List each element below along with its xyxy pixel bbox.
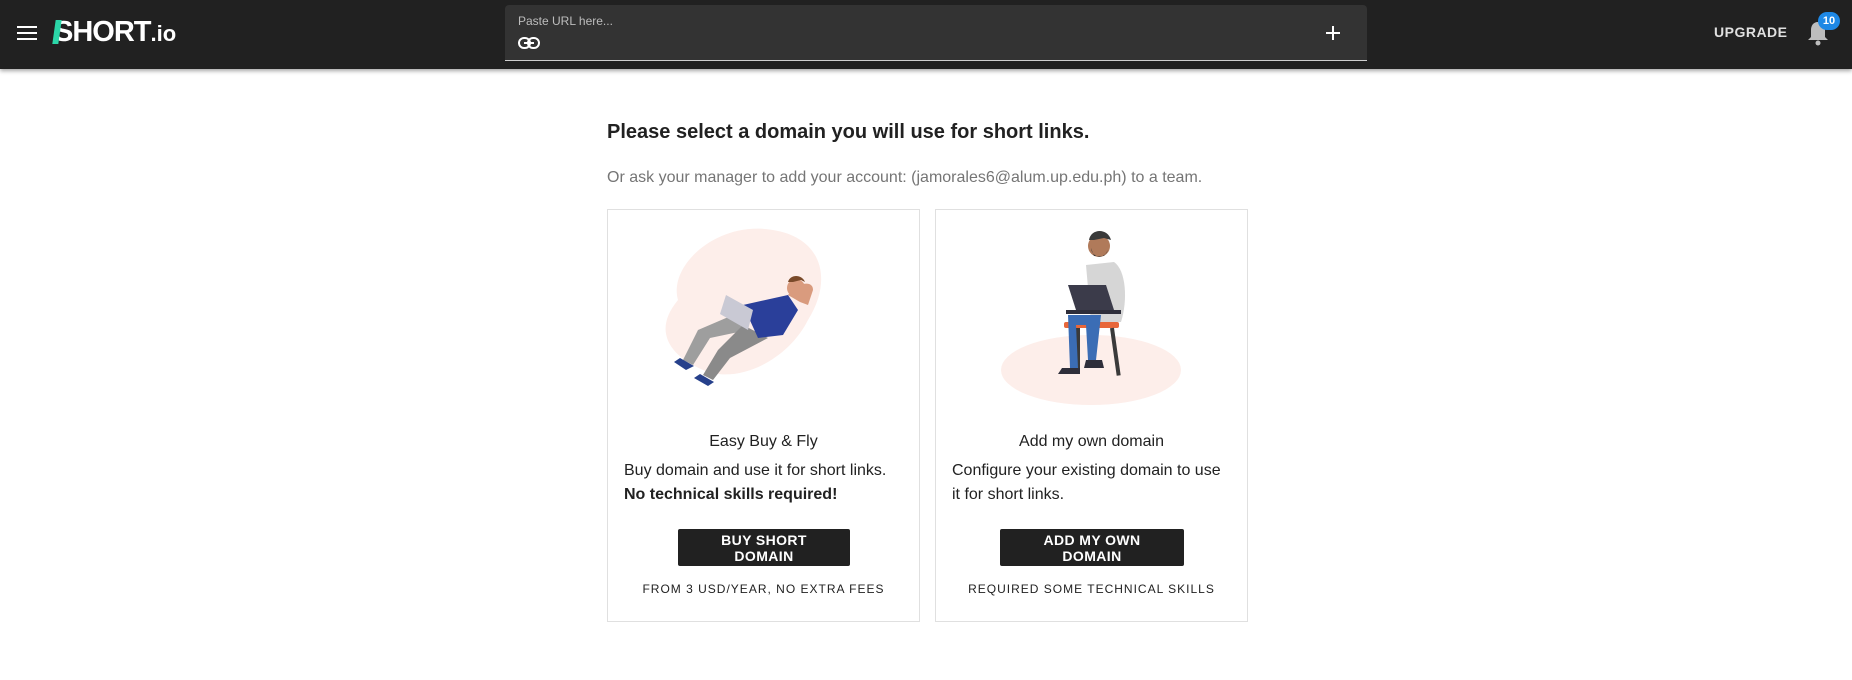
page-subtitle: Or ask your manager to add your account:… [607,169,1203,186]
url-field[interactable]: Paste URL here... [505,5,1367,61]
plus-icon[interactable] [1321,21,1345,45]
url-input[interactable] [549,33,1309,55]
relaxing-person-illustration [608,210,919,415]
add-my-own-domain-button[interactable]: ADD MY OWN DOMAIN [1000,529,1184,566]
buy-domain-card: Easy Buy & Fly Buy domain and use it for… [607,209,920,622]
buy-card-title: Easy Buy & Fly [709,433,818,450]
own-card-note: REQUIRED SOME TECHNICAL SKILLS [968,582,1215,596]
own-card-title: Add my own domain [1019,433,1164,450]
top-bar: SHORT .io Paste URL here... UPGRADE 10 [0,0,1852,69]
logo-text: SHORT [54,16,151,48]
upgrade-button[interactable]: UPGRADE [1714,24,1788,40]
buy-short-domain-button[interactable]: BUY SHORT DOMAIN [678,529,850,566]
notification-badge: 10 [1818,12,1840,30]
own-card-description: Configure your existing domain to use it… [952,462,1221,503]
page-title: Please select a domain you will use for … [607,121,1090,143]
logo[interactable]: SHORT .io [54,16,176,50]
logo-tld: .io [150,21,177,46]
buy-card-description: Buy domain and use it for short links. N… [624,459,905,507]
buy-card-note: FROM 3 USD/YEAR, NO EXTRA FEES [642,582,885,596]
menu-icon[interactable] [14,20,40,46]
sitting-person-illustration [936,210,1247,415]
link-icon [518,36,542,52]
url-placeholder: Paste URL here... [518,14,613,28]
own-domain-card: Add my own domain Configure your existin… [935,209,1248,622]
buy-card-description-text: Buy domain and use it for short links. [624,462,887,479]
buy-card-emphasis: No technical skills required! [624,486,838,503]
